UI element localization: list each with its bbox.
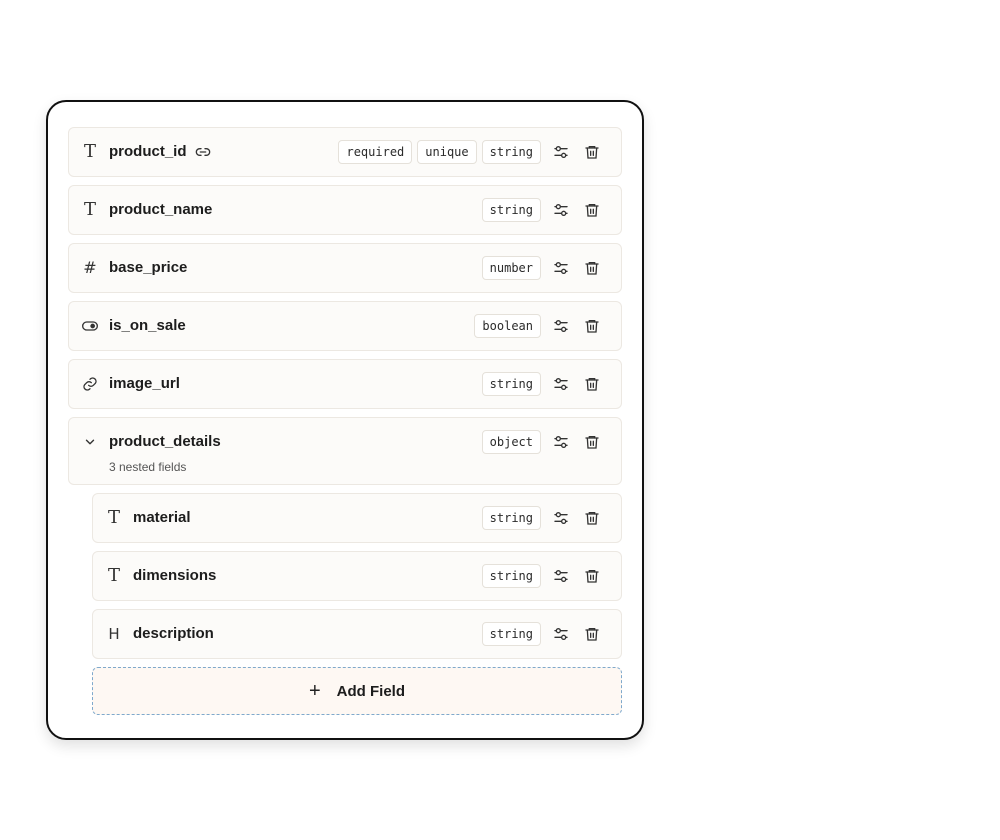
trash-icon[interactable]: [583, 259, 601, 277]
nested-count: 3 nested fields: [109, 460, 187, 474]
text-type-icon: T: [83, 141, 96, 162]
text-type-icon: T: [83, 199, 96, 220]
trash-icon[interactable]: [583, 509, 601, 527]
type-badge: string: [481, 622, 541, 646]
type-badge: number: [481, 256, 541, 280]
link-icon: [81, 374, 99, 394]
settings-sliders-icon[interactable]: [552, 567, 570, 585]
nested-field-row-dimensions[interactable]: T dimensions string: [92, 551, 622, 601]
type-badge: object: [481, 430, 541, 454]
field-tags: string: [481, 506, 541, 530]
field-tags: string: [481, 564, 541, 588]
field-name: product_details: [109, 433, 221, 450]
field-name: description: [133, 625, 214, 642]
field-row-is-on-sale[interactable]: is_on_sale boolean: [68, 301, 622, 351]
tag-required: required: [338, 140, 413, 164]
field-name: is_on_sale: [109, 317, 186, 334]
trash-icon[interactable]: [583, 201, 601, 219]
link-icon: [195, 144, 211, 160]
settings-sliders-icon[interactable]: [552, 625, 570, 643]
field-tags: required unique string: [338, 140, 541, 164]
nested-field-row-material[interactable]: T material string: [92, 493, 622, 543]
text-type-icon: T: [107, 565, 120, 586]
trash-icon[interactable]: [583, 567, 601, 585]
field-tags: string: [481, 198, 541, 222]
nested-field-row-description[interactable]: H description string: [92, 609, 622, 659]
settings-sliders-icon[interactable]: [552, 433, 570, 451]
field-name: dimensions: [133, 567, 217, 584]
field-name: image_url: [109, 375, 180, 392]
tag-unique: unique: [417, 140, 477, 164]
field-name: product_id: [109, 143, 211, 161]
add-field-label: Add Field: [336, 682, 405, 700]
chevron-down-icon[interactable]: [81, 432, 99, 452]
field-name: material: [133, 509, 191, 526]
type-badge: string: [481, 372, 541, 396]
trash-icon[interactable]: [583, 317, 601, 335]
trash-icon[interactable]: [583, 625, 601, 643]
trash-icon[interactable]: [583, 375, 601, 393]
trash-icon[interactable]: [583, 433, 601, 451]
field-tags: object: [481, 430, 541, 454]
trash-icon[interactable]: [583, 143, 601, 161]
field-tags: string: [481, 622, 541, 646]
field-name: base_price: [109, 259, 188, 276]
field-row-base-price[interactable]: # base_price number: [68, 243, 622, 293]
settings-sliders-icon[interactable]: [552, 317, 570, 335]
text-type-icon: T: [107, 507, 120, 528]
field-row-product-name[interactable]: T product_name string: [68, 185, 622, 235]
type-badge: string: [481, 506, 541, 530]
field-name: product_name: [109, 201, 213, 218]
field-row-product-details[interactable]: product_details 3 nested fields object: [68, 417, 622, 485]
heading-icon: H: [108, 625, 120, 643]
field-row-image-url[interactable]: image_url string: [68, 359, 622, 409]
toggle-icon: [81, 316, 99, 336]
settings-sliders-icon[interactable]: [552, 143, 570, 161]
settings-sliders-icon[interactable]: [552, 201, 570, 219]
settings-sliders-icon[interactable]: [552, 375, 570, 393]
plus-icon: +: [308, 680, 321, 702]
hash-icon: #: [83, 258, 97, 277]
settings-sliders-icon[interactable]: [552, 259, 570, 277]
field-tags: number: [481, 256, 541, 280]
settings-sliders-icon[interactable]: [552, 509, 570, 527]
field-tags: boolean: [474, 314, 541, 338]
field-tags: string: [481, 372, 541, 396]
field-row-product-id[interactable]: T product_id required unique string: [68, 127, 622, 177]
add-field-button[interactable]: + Add Field: [92, 667, 622, 715]
type-badge: boolean: [474, 314, 541, 338]
type-badge: string: [481, 198, 541, 222]
type-badge: string: [481, 564, 541, 588]
type-badge: string: [481, 140, 541, 164]
